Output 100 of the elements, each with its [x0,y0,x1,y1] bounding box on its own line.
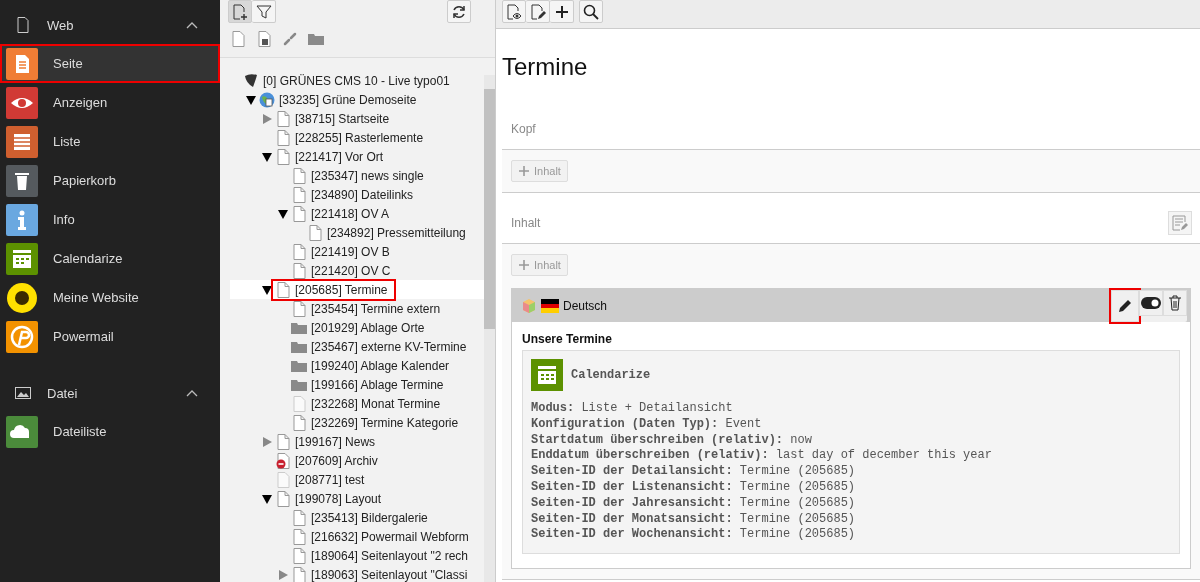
tree-row[interactable]: [33235] Grüne Demoseite [230,90,484,109]
tree-row[interactable]: [221420] OV C [230,261,484,280]
delete-button[interactable] [1163,289,1187,316]
filter-button[interactable] [252,0,276,23]
tree-row[interactable]: [189064] Seitenlayout "2 rech [230,546,484,565]
collapsed-caret-icon[interactable] [262,113,272,124]
page-icon [275,281,291,298]
tree-row[interactable]: [235467] externe KV-Termine [230,337,484,356]
tree-row[interactable]: [221418] OV A [230,204,484,223]
page-icon [291,566,307,582]
page-pencil-icon [529,3,546,20]
field-value: Termine (205685) [739,480,856,494]
tree-row[interactable]: [221417] Vor Ort [230,147,484,166]
tree-row[interactable]: [199240] Ablage Kalender [230,356,484,375]
toggle-button[interactable] [1139,289,1163,316]
page-title: [235347] news single [311,168,424,183]
page-title: [235467] externe KV-Termine [311,339,467,354]
tree-row[interactable]: [207609] Archiv [230,451,484,470]
field-value: Liste + Detailansicht [581,401,733,415]
page-title: [199166] Ablage Termine [311,377,444,392]
collapsed-caret-icon[interactable] [262,436,272,447]
tree-row[interactable]: [235413] Bildergalerie [230,508,484,527]
field-label: Modus: [531,401,575,415]
tree-row[interactable]: [234892] Pressemitteilung [230,223,484,242]
field-value: Termine (205685) [739,527,856,542]
page-title: [221417] Vor Ort [295,149,384,164]
column-title: Inhalt [511,216,541,230]
tree-row[interactable]: [232268] Monat Termine [230,394,484,413]
tree-row[interactable]: [235347] news single [230,166,484,185]
tree-row[interactable]: [216632] Powermail Webform [230,527,484,546]
tree-row[interactable]: [201929] Ablage Orte [230,318,484,337]
module-item[interactable]: Papierkorb [0,161,220,200]
tree-row[interactable]: [205685] Termine [230,280,484,299]
field-label: Seiten-ID der Detailansicht: [531,464,733,479]
globe-icon [259,91,275,108]
module-item[interactable]: Anzeigen [0,83,220,122]
page-icon [307,224,323,241]
page-title: [205685] Termine [295,282,388,297]
page-icon [291,300,307,317]
element-header: Unsere Termine [522,332,613,346]
tree-row[interactable]: [235454] Termine extern [230,299,484,318]
page-title: [33235] Grüne Demoseite [279,92,417,107]
language-label: Deutsch [563,298,609,313]
collapsed-caret-icon[interactable] [278,569,288,580]
page-title: [234892] Pressemitteilung [327,225,466,240]
page-icon[interactable] [230,31,246,47]
tree-row[interactable]: [38715] Startseite [230,109,484,128]
refresh-button[interactable] [447,0,471,23]
expanded-caret-icon[interactable] [246,94,256,105]
tree-row[interactable]: [199167] News [230,432,484,451]
chevron-up-icon[interactable] [186,389,198,397]
plus-icon [553,3,570,20]
tree-row[interactable]: [0] GRÜNES CMS 10 - Live typo01 [230,71,484,90]
module-item[interactable]: Liste [0,122,220,161]
field-label: Startdatum überschreiben (relativ): [531,432,784,447]
shortcut-page-icon[interactable] [256,31,272,47]
flag-icon [541,298,559,313]
add-button[interactable] [550,0,574,23]
tree-row[interactable]: [232269] Termine Kategorie [230,413,484,432]
page-title: [208771] test [295,472,365,487]
module-item[interactable]: Powermail [0,317,220,356]
tree-row[interactable]: [221419] OV B [230,242,484,261]
field-value: Event [725,416,762,431]
plugin-name: Calendarize [571,368,651,382]
module-item[interactable]: Info [0,200,220,239]
tree-row[interactable]: [189063] Seitenlayout "Classi [230,565,484,582]
folder-icon[interactable] [308,31,324,47]
view-page-button[interactable] [502,0,526,23]
page-icon [291,205,307,222]
tree-row[interactable]: [208771] test [230,470,484,489]
link-icon[interactable] [282,31,298,47]
edit-button[interactable] [1111,289,1139,322]
tree-row[interactable]: [199078] Layout [230,489,484,508]
edit-page-button[interactable] [526,0,550,23]
page-title: [199240] Ablage Kalender [311,358,450,373]
new-page-button[interactable] [228,0,252,23]
plus-icon [518,259,530,271]
module-item[interactable]: Seite [0,44,220,83]
document-icon [15,17,31,33]
expanded-caret-icon[interactable] [262,284,272,295]
module-item[interactable]: Dateiliste [0,412,220,451]
expanded-caret-icon[interactable] [278,208,288,219]
search-button[interactable] [579,0,603,23]
page-icon [291,243,307,260]
field-value: Termine (205685) [739,464,856,479]
page-icon [291,509,307,526]
expanded-caret-icon[interactable] [262,493,272,504]
tree-row[interactable]: [199166] Ablage Termine [230,375,484,394]
chevron-up-icon[interactable] [186,21,198,29]
tree-row[interactable]: [228255] Rasterlemente [230,128,484,147]
module-item[interactable]: Meine Website [0,278,220,317]
edit-column-button[interactable] [1168,211,1192,235]
expanded-caret-icon[interactable] [262,151,272,162]
tree-row[interactable]: [234890] Dateilinks [230,185,484,204]
scrollbar[interactable] [484,75,495,582]
page-icon [275,110,291,127]
module-item[interactable]: Calendarize [0,239,220,278]
cube-icon [521,297,537,314]
field-label: Seiten-ID der Jahresansicht: [531,495,733,510]
page-title: [235413] Bildergalerie [311,510,428,525]
